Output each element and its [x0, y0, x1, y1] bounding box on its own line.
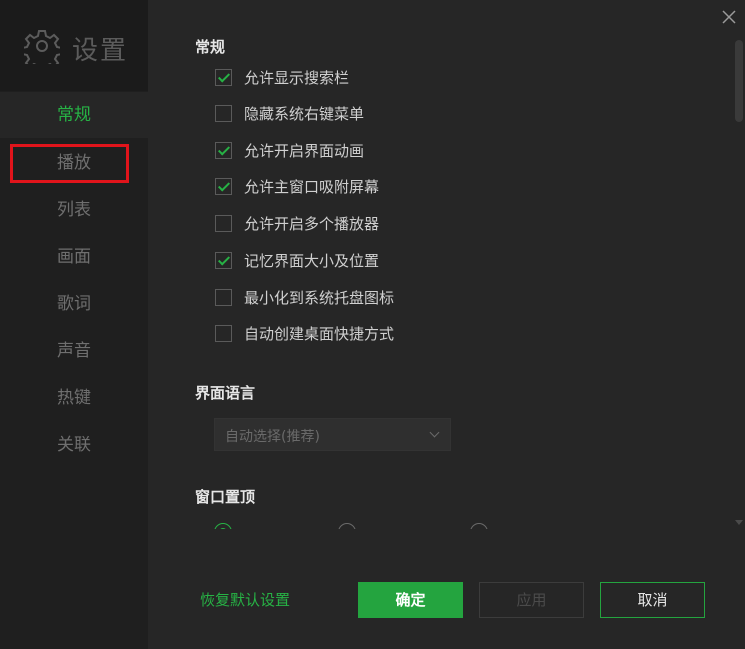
checkbox[interactable]	[215, 214, 232, 232]
radio-option-2[interactable]	[338, 523, 356, 529]
sidebar-item-associations[interactable]: 关联	[0, 422, 148, 468]
restore-defaults-link[interactable]: 恢复默认设置	[200, 589, 290, 610]
settings-title: 设置	[72, 36, 129, 66]
close-icon[interactable]	[720, 8, 738, 26]
option-window-snap[interactable]: 允许主窗口吸附屏幕	[215, 175, 379, 197]
scroll-down-arrow-icon[interactable]	[735, 520, 743, 525]
checkbox[interactable]	[215, 141, 232, 159]
checkbox[interactable]	[215, 177, 232, 195]
sidebar-item-hotkeys[interactable]: 热键	[0, 375, 148, 421]
checkbox[interactable]	[215, 251, 232, 269]
radio-option-1[interactable]	[214, 523, 232, 529]
playback-highlight-box	[10, 144, 129, 183]
section-title-general: 常规	[195, 38, 226, 56]
radio-option-3[interactable]	[470, 523, 488, 529]
language-select[interactable]: 自动选择(推荐)	[214, 418, 451, 451]
gear-icon	[24, 30, 60, 64]
checkbox[interactable]	[215, 68, 232, 86]
sidebar-item-sound[interactable]: 声音	[0, 328, 148, 374]
section-title-language: 界面语言	[195, 384, 256, 402]
sidebar-item-list[interactable]: 列表	[0, 187, 148, 233]
apply-button[interactable]: 应用	[479, 582, 584, 618]
language-select-value: 自动选择(推荐)	[225, 429, 320, 445]
ok-button[interactable]: 确定	[358, 582, 463, 618]
window-top-radio-group	[148, 515, 733, 529]
option-label: 允许主窗口吸附屏幕	[244, 177, 380, 196]
sidebar: 设置 常规 播放 列表 画面 歌词 声音 热键 关联	[0, 0, 148, 649]
option-hide-context-menu[interactable]: 隐藏系统右键菜单	[215, 102, 364, 124]
checkbox[interactable]	[215, 324, 232, 342]
option-label: 记忆界面大小及位置	[244, 251, 380, 270]
option-label: 最小化到系统托盘图标	[244, 288, 395, 307]
option-label: 允许显示搜索栏	[244, 68, 350, 87]
option-label: 隐藏系统右键菜单	[244, 104, 365, 123]
option-label: 自动创建桌面快捷方式	[244, 324, 395, 343]
option-label: 允许开启界面动画	[244, 141, 365, 160]
section-title-window-top: 窗口置顶	[195, 488, 256, 506]
chevron-down-icon	[429, 427, 440, 438]
option-remember-size-position[interactable]: 记忆界面大小及位置	[215, 249, 379, 271]
checkbox[interactable]	[215, 288, 232, 306]
option-multiple-players[interactable]: 允许开启多个播放器	[215, 212, 379, 234]
option-ui-animation[interactable]: 允许开启界面动画	[215, 139, 364, 161]
option-desktop-shortcut[interactable]: 自动创建桌面快捷方式	[215, 322, 394, 344]
scrollbar-thumb[interactable]	[735, 40, 743, 122]
sidebar-item-general[interactable]: 常规	[0, 92, 148, 138]
sidebar-item-lyrics[interactable]: 歌词	[0, 281, 148, 327]
option-show-search-bar[interactable]: 允许显示搜索栏	[215, 66, 349, 88]
cancel-button[interactable]: 取消	[600, 582, 705, 618]
option-label: 允许开启多个播放器	[244, 214, 380, 233]
sidebar-header: 设置	[0, 0, 148, 91]
option-minimize-to-tray[interactable]: 最小化到系统托盘图标	[215, 286, 394, 308]
checkbox[interactable]	[215, 104, 232, 122]
sidebar-item-display[interactable]: 画面	[0, 234, 148, 280]
scrollbar[interactable]	[735, 30, 743, 530]
